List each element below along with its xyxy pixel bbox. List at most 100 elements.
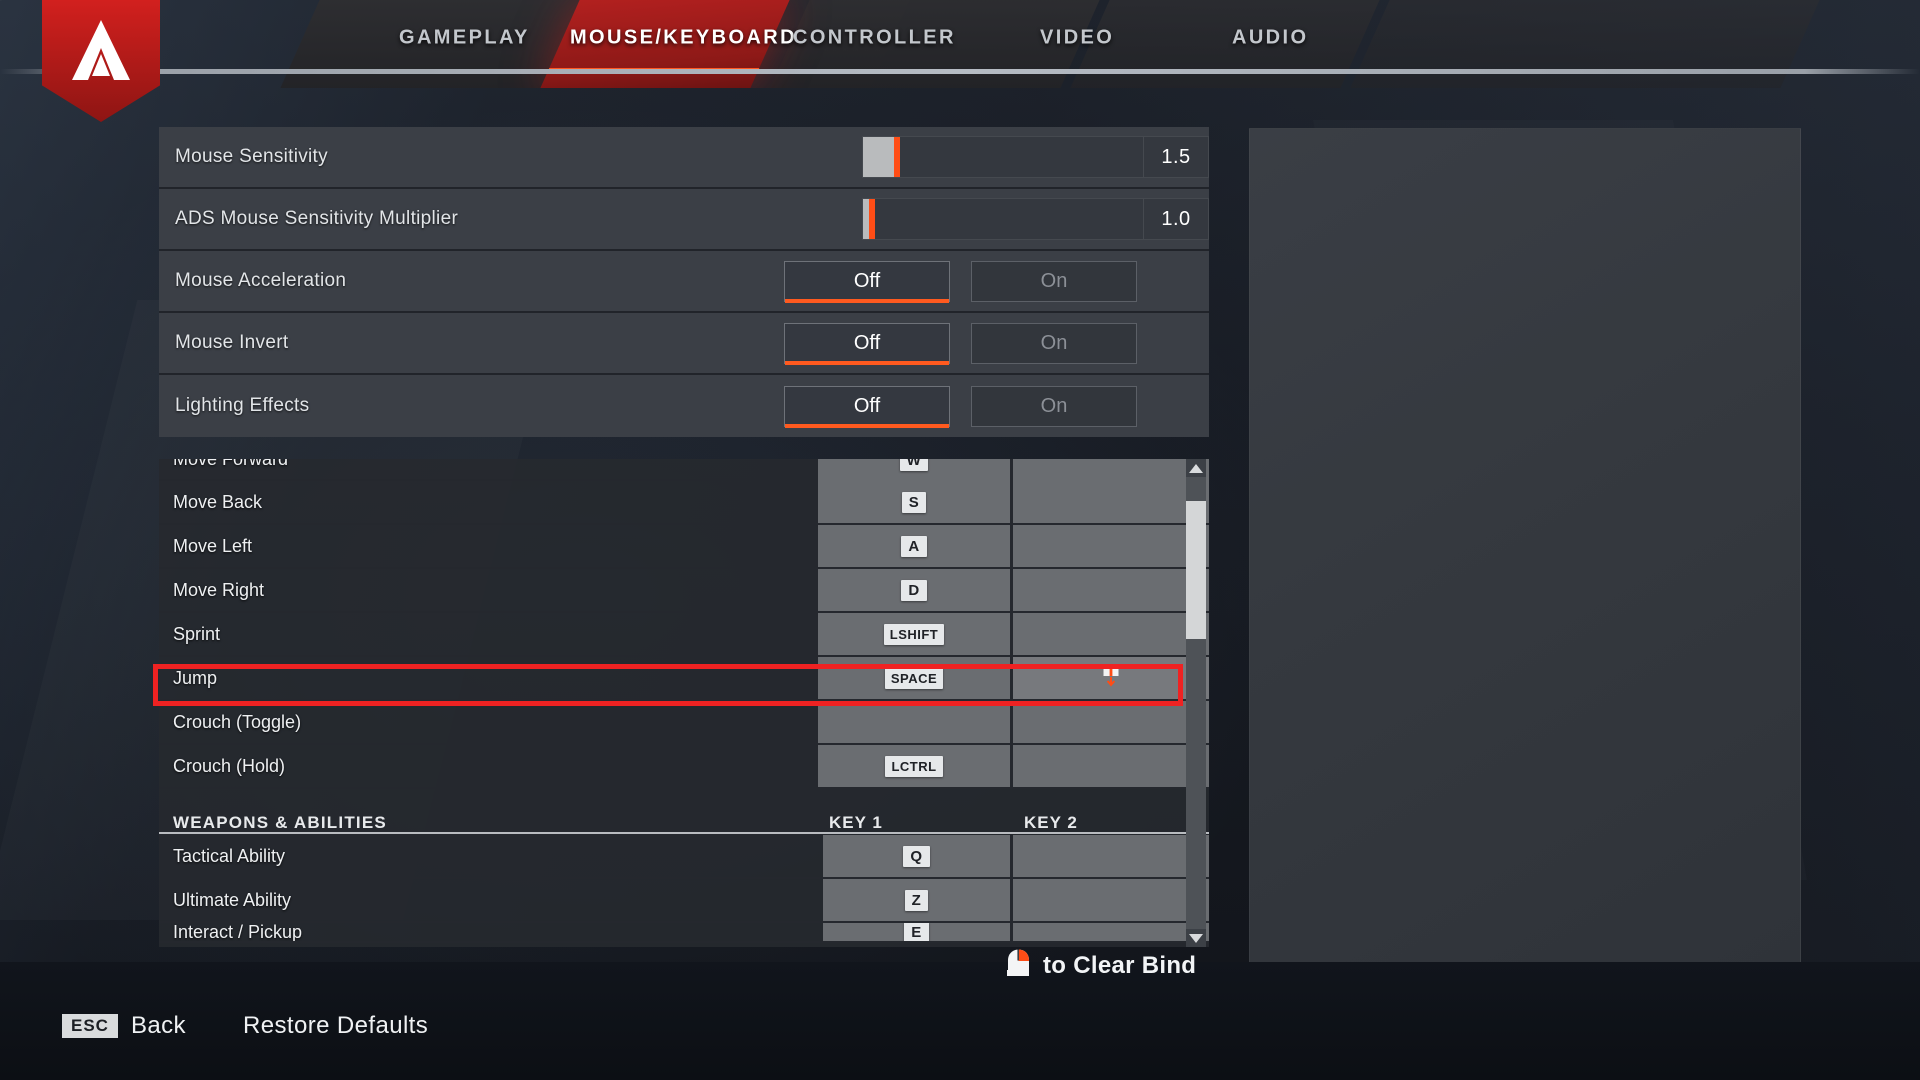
keybind-list[interactable]: Move Forward W Move Back S Move Left A M… [159,459,1209,947]
setting-label: Mouse Sensitivity [175,146,328,167]
ads-sensitivity-value: 1.0 [1144,198,1209,240]
tab-audio[interactable]: AUDIO [1232,27,1308,50]
clear-bind-hint: to Clear Bind [1005,948,1196,983]
key-chip: Z [904,889,929,911]
bind-name: Jump [173,667,218,688]
bind-key2-cell[interactable] [1013,745,1209,787]
bind-key1-cell[interactable]: S [818,481,1013,523]
bind-name: Move Right [173,579,265,600]
bind-key2-cell[interactable] [1013,835,1209,877]
mouse-sensitivity-slider[interactable] [862,136,1144,178]
scroll-up-button[interactable] [1186,459,1206,477]
column-header-key1: KEY 1 [829,813,883,832]
toggle-group: Off On [784,322,1209,365]
tab-gameplay[interactable]: GAMEPLAY [399,27,530,50]
keybind-scrollbar[interactable] [1186,459,1206,947]
key-chip: S [901,491,927,513]
setting-label: Lighting Effects [175,395,310,416]
settings-preview-panel [1249,128,1801,963]
bind-key1-cell[interactable]: LSHIFT [818,613,1013,655]
table-row[interactable]: Move Forward W [159,459,1209,481]
mouse-acceleration-off-button[interactable]: Off [784,260,950,303]
bind-key2-cell[interactable] [1013,701,1209,743]
table-row[interactable]: Ultimate Ability Z [159,879,1209,923]
mouse-acceleration-on-button[interactable]: On [971,260,1137,302]
tab-mouse-keyboard[interactable]: MOUSE/KEYBOARD [570,27,797,50]
table-row[interactable]: Crouch (Hold) LCTRL [159,745,1209,789]
slider-knob[interactable] [868,199,875,239]
triangle-down-icon [1189,933,1203,943]
tab-video[interactable]: VIDEO [1040,27,1114,50]
table-row[interactable]: Move Right D [159,569,1209,613]
key-chip: SPACE [884,667,944,689]
bind-key2-cell[interactable] [1013,879,1209,921]
toggle-group: Off On [784,385,1209,428]
bind-name: Move Back [173,491,263,512]
bind-key1-cell[interactable]: W [818,459,1013,481]
tab-controller[interactable]: CONTROLLER [793,27,956,50]
bind-key1-cell[interactable]: LCTRL [818,745,1013,787]
bind-key2-cell[interactable] [1013,613,1209,655]
bind-name: Tactical Ability [173,845,286,866]
bind-key2-cell[interactable] [1013,569,1209,611]
lighting-effects-on-button[interactable]: On [971,385,1137,427]
table-row[interactable]: Interact / Pickup E [159,923,1209,943]
key-chip: D [901,579,927,601]
mouse-sensitivity-value: 1.5 [1144,136,1209,178]
bind-key1-cell[interactable]: D [818,569,1013,611]
back-action[interactable]: ESC Back [62,1012,186,1040]
top-navigation-bar: GAMEPLAY MOUSE/KEYBOARD CONTROLLER VIDEO… [0,0,1920,88]
triangle-up-icon [1189,463,1203,473]
mouse-invert-on-button[interactable]: On [971,322,1137,364]
section-header-weapons-abilities: WEAPONS & ABILITIES KEY 1 KEY 2 [159,789,1209,834]
bind-key2-cell[interactable] [1013,657,1209,699]
table-row[interactable]: Tactical Ability Q [159,835,1209,879]
key-chip: W [899,459,929,471]
setting-label: Mouse Acceleration [175,270,347,291]
key-chip: A [901,535,927,557]
toggle-group: Off On [784,260,1209,303]
bind-key1-cell[interactable]: SPACE [818,657,1013,699]
bind-name: Ultimate Ability [173,889,292,910]
table-row[interactable]: Sprint LSHIFT [159,613,1209,657]
setting-row-ads-mouse-sensitivity-multiplier: ADS Mouse Sensitivity Multiplier 1.0 [159,189,1209,251]
table-row[interactable]: Crouch (Toggle) [159,701,1209,745]
setting-row-lighting-effects: Lighting Effects Off On [159,375,1209,437]
scroll-down-button[interactable] [1186,929,1206,947]
bind-name: Sprint [173,623,221,644]
bind-key1-cell[interactable]: A [818,525,1013,567]
bind-key1-cell[interactable]: Z [823,879,1013,921]
bind-name: Crouch (Hold) [173,755,286,776]
bind-name: Interact / Pickup [173,923,303,942]
setting-label: ADS Mouse Sensitivity Multiplier [175,208,459,229]
table-row-jump[interactable]: Jump SPACE [159,657,1209,701]
bind-key1-cell[interactable] [818,701,1013,743]
back-label: Back [130,1012,186,1039]
section-title: WEAPONS & ABILITIES [173,813,387,832]
bind-key2-cell[interactable] [1013,525,1209,567]
tab-list: GAMEPLAY MOUSE/KEYBOARD CONTROLLER VIDEO… [0,0,1920,88]
scrollbar-thumb[interactable] [1186,501,1206,639]
bind-key2-cell[interactable] [1013,923,1209,941]
setting-row-mouse-invert: Mouse Invert Off On [159,313,1209,375]
scrollbar-track[interactable] [1186,477,1206,929]
key-chip: LSHIFT [883,623,945,645]
restore-defaults-button[interactable]: Restore Defaults [243,1012,428,1040]
section-divider [159,832,1209,834]
mouse-right-click-icon [1005,948,1032,983]
slider-knob[interactable] [893,137,900,177]
esc-key-chip: ESC [62,1013,118,1039]
mouse-invert-off-button[interactable]: Off [784,322,950,365]
table-row[interactable]: Move Back S [159,481,1209,525]
bind-key2-cell[interactable] [1013,481,1209,523]
table-row[interactable]: Move Left A [159,525,1209,569]
bind-name: Move Left [173,535,253,556]
slider-fill [863,137,894,177]
ads-sensitivity-slider[interactable] [862,198,1144,240]
bind-key2-cell[interactable] [1013,459,1209,481]
key-chip: Q [903,845,930,867]
footer-bar: ESC Back Restore Defaults [0,962,1920,1080]
bind-key1-cell[interactable]: E [823,923,1013,941]
lighting-effects-off-button[interactable]: Off [784,385,950,428]
bind-key1-cell[interactable]: Q [823,835,1013,877]
